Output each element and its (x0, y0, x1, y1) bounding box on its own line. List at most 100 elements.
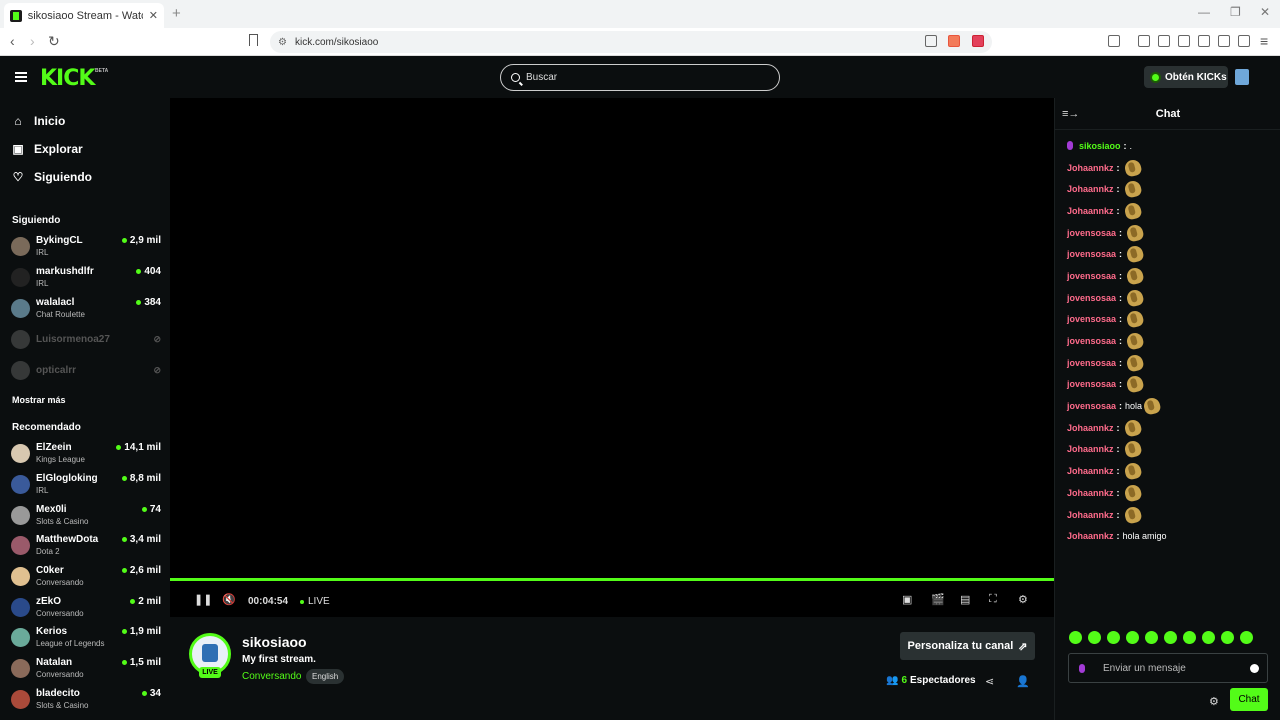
quick-emote-icon[interactable] (1126, 631, 1139, 644)
chat-username[interactable]: jovensosaa (1067, 379, 1116, 389)
user-settings-icon[interactable]: 👤 (1016, 675, 1030, 688)
streamer-name[interactable]: sikosiaoo (242, 634, 307, 650)
following-channel-walalacl[interactable]: walalacl Chat Roulette 384 (11, 296, 161, 322)
chat-username[interactable]: Johaannkz (1067, 163, 1114, 173)
quick-emote-icon[interactable] (1069, 631, 1082, 644)
following-channel-bykingcl[interactable]: BykingCL IRL 2,9 mil (11, 234, 161, 260)
nav-explorar-label: Explorar (34, 142, 83, 156)
recommended-channel[interactable]: MatthewDota Dota 2 3,4 mil (11, 533, 161, 559)
recommended-channel[interactable]: Natalan Conversando 1,5 mil (11, 656, 161, 682)
maximize-icon[interactable]: ❐ (1230, 5, 1241, 19)
site-info-icon[interactable]: ⚙ (278, 37, 287, 48)
muted-volume-icon[interactable]: 🔇 (222, 593, 236, 606)
quick-emote-icon[interactable] (1221, 631, 1234, 644)
wallet-icon[interactable] (1198, 35, 1210, 47)
forward-icon[interactable]: › (30, 33, 35, 49)
recommended-channel[interactable]: Mex0li Slots & Casino 74 (11, 503, 161, 529)
download-icon[interactable] (1138, 35, 1150, 47)
emoji-picker-icon[interactable] (1250, 664, 1259, 673)
following-channel-opticalrr[interactable]: opticalrr ⊘ (11, 358, 161, 384)
share-icon[interactable]: ⋖ (985, 675, 994, 688)
quick-emote-icon[interactable] (1240, 631, 1253, 644)
quick-emote-icon[interactable] (1107, 631, 1120, 644)
pause-icon[interactable]: ❚❚ (194, 593, 212, 606)
send-chat-button[interactable]: Chat (1230, 688, 1268, 711)
url-field[interactable]: ⚙ kick.com/sikosiaoo (270, 31, 992, 53)
quick-emote-icon[interactable] (1145, 631, 1158, 644)
theater-mode-icon[interactable]: ▤ (960, 593, 970, 606)
recommended-channel[interactable]: C0ker Conversando 2,6 mil (11, 564, 161, 590)
viewer-count-value: 2,9 mil (129, 235, 161, 246)
bookmark-icon[interactable] (249, 34, 258, 46)
quick-emote-icon[interactable] (1164, 631, 1177, 644)
fullscreen-icon[interactable]: ⛶ (989, 593, 997, 606)
leo-ai-icon[interactable] (1218, 35, 1230, 47)
get-kicks-button[interactable]: Obtén KICKs (1144, 66, 1228, 88)
chat-username[interactable]: Johaannkz (1067, 510, 1114, 520)
recommended-channel[interactable]: bladecito Slots & Casino 34 (11, 687, 161, 713)
chat-username[interactable]: Johaannkz (1067, 466, 1114, 476)
avatar (11, 628, 30, 647)
chat-username[interactable]: jovensosaa (1067, 249, 1116, 259)
media-icon[interactable] (1158, 35, 1170, 47)
chat-username[interactable]: Johaannkz (1067, 423, 1114, 433)
reload-icon[interactable]: ↻ (48, 33, 60, 50)
stream-category[interactable]: Conversando (242, 671, 301, 682)
chat-username[interactable]: jovensosaa (1067, 336, 1116, 346)
emote-bar (1069, 631, 1253, 644)
nav-siguiendo[interactable]: ♡ Siguiendo (12, 170, 92, 184)
chat-username[interactable]: jovensosaa (1067, 228, 1116, 238)
vpn-icon[interactable] (1238, 35, 1250, 47)
chat-username[interactable]: Johaannkz (1067, 488, 1114, 498)
chat-username[interactable]: Johaannkz (1067, 206, 1114, 216)
kick-favicon-icon (10, 9, 22, 22)
translate-icon[interactable] (1108, 35, 1120, 47)
quick-emote-icon[interactable] (1202, 631, 1215, 644)
quick-emote-icon[interactable] (1088, 631, 1101, 644)
minimize-icon[interactable]: — (1198, 5, 1210, 19)
language-tag[interactable]: English (306, 669, 345, 684)
new-tab-button[interactable]: + (172, 5, 181, 22)
nav-inicio[interactable]: ⌂ Inicio (12, 114, 65, 128)
close-window-icon[interactable]: ✕ (1260, 5, 1270, 19)
share-icon[interactable] (925, 35, 937, 47)
search-bar[interactable] (500, 64, 780, 91)
chat-settings-icon[interactable]: ⚙ (1209, 695, 1219, 708)
following-channel-luisormenoa27[interactable]: Luisormenoa27 ⊘ (11, 327, 161, 353)
chat-username[interactable]: jovensosaa (1067, 358, 1116, 368)
show-more-link[interactable]: Mostrar más (12, 395, 66, 405)
brave-rewards-icon[interactable] (972, 35, 984, 47)
customize-channel-button[interactable]: Personaliza tu canal ⇗ (900, 632, 1035, 660)
quick-emote-icon[interactable] (1183, 631, 1196, 644)
following-channel-markushdlfr[interactable]: markushdlfr IRL 404 (11, 265, 161, 291)
browser-tab[interactable]: sikosiaoo Stream - Watch Live on ✕ (4, 3, 164, 28)
brave-shield-icon[interactable] (948, 35, 960, 47)
hamburger-menu-icon[interactable] (15, 72, 27, 82)
settings-gear-icon[interactable]: ⚙ (1018, 593, 1028, 606)
chat-username[interactable]: Johaannkz (1067, 444, 1114, 454)
browser-menu-icon[interactable]: ≡ (1260, 33, 1268, 49)
chat-username[interactable]: sikosiaoo (1079, 141, 1121, 151)
back-icon[interactable]: ‹ (10, 33, 15, 49)
chat-username[interactable]: jovensosaa (1067, 401, 1116, 411)
user-avatar[interactable] (1235, 69, 1249, 85)
chat-input-box[interactable] (1068, 653, 1268, 683)
kick-logo[interactable]: KICK (40, 66, 95, 91)
chat-username[interactable]: Johaannkz (1067, 531, 1114, 541)
video-player[interactable] (170, 98, 1054, 578)
close-tab-icon[interactable]: ✕ (149, 9, 158, 22)
clip-icon[interactable]: 🎬 (931, 593, 945, 606)
recommended-channel[interactable]: Kerios League of Legends 1,9 mil (11, 625, 161, 651)
chat-username[interactable]: jovensosaa (1067, 271, 1116, 281)
recommended-channel[interactable]: ElGlogloking IRL 8,8 mil (11, 472, 161, 498)
sidebar-icon[interactable] (1178, 35, 1190, 47)
recommended-channel[interactable]: zEkO Conversando 2 mil (11, 595, 161, 621)
chat-message-input[interactable] (1103, 662, 1243, 674)
search-input[interactable] (526, 72, 766, 83)
chat-username[interactable]: jovensosaa (1067, 314, 1116, 324)
picture-in-picture-icon[interactable]: ▣ (902, 593, 912, 606)
chat-username[interactable]: jovensosaa (1067, 293, 1116, 303)
chat-username[interactable]: Johaannkz (1067, 184, 1114, 194)
recommended-channel[interactable]: ElZeein Kings League 14,1 mil (11, 441, 161, 467)
nav-explorar[interactable]: ▣ Explorar (12, 142, 83, 156)
